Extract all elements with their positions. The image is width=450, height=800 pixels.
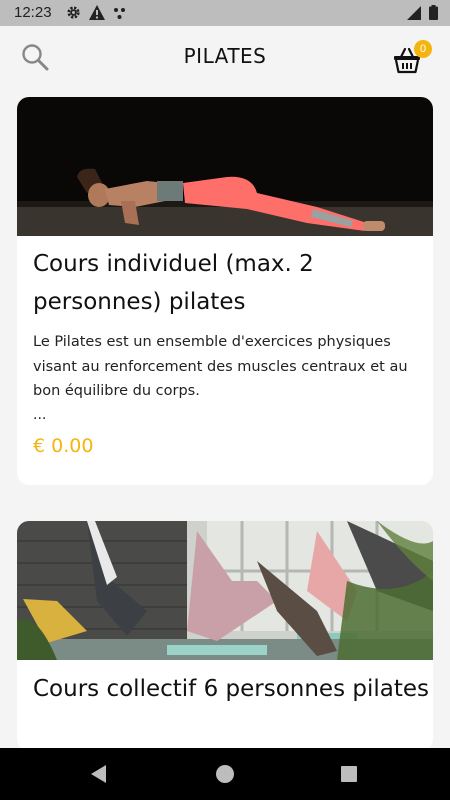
product-image [17, 521, 433, 660]
product-title: Cours individuel (max. 2 personnes) pila… [33, 251, 314, 315]
cart-count-badge: 0 [414, 40, 432, 58]
cart-button[interactable]: 0 [392, 40, 432, 76]
description-ellipsis: ... [33, 406, 47, 423]
dots-icon [113, 6, 127, 25]
product-card[interactable]: Cours individuel (max. 2 personnes) pila… [17, 97, 433, 485]
recent-square-icon[interactable] [341, 766, 357, 782]
product-price: € 0.00 [33, 434, 94, 457]
product-description: Le Pilates est un ensemble d'exercices p… [33, 334, 408, 399]
product-title: Cours collectif 6 personnes pilates [33, 676, 429, 702]
status-icons-right [407, 5, 438, 25]
page-title: PILATES [183, 44, 267, 68]
system-nav-bar [0, 748, 450, 800]
home-circle-icon[interactable] [216, 765, 234, 783]
app-bar: PILATES 0 [0, 26, 450, 88]
product-card[interactable]: Cours collectif 6 personnes pilates [17, 521, 433, 748]
product-image [17, 97, 433, 236]
warning-icon [89, 5, 105, 25]
back-triangle-icon[interactable] [90, 764, 108, 788]
battery-icon [429, 5, 438, 25]
status-icons-left [66, 5, 127, 25]
status-bar: 12:23 [0, 0, 450, 26]
status-time: 12:23 [14, 4, 52, 21]
gear-icon [66, 5, 81, 25]
product-list: Cours individuel (max. 2 personnes) pila… [0, 88, 450, 748]
signal-icon [407, 5, 421, 25]
